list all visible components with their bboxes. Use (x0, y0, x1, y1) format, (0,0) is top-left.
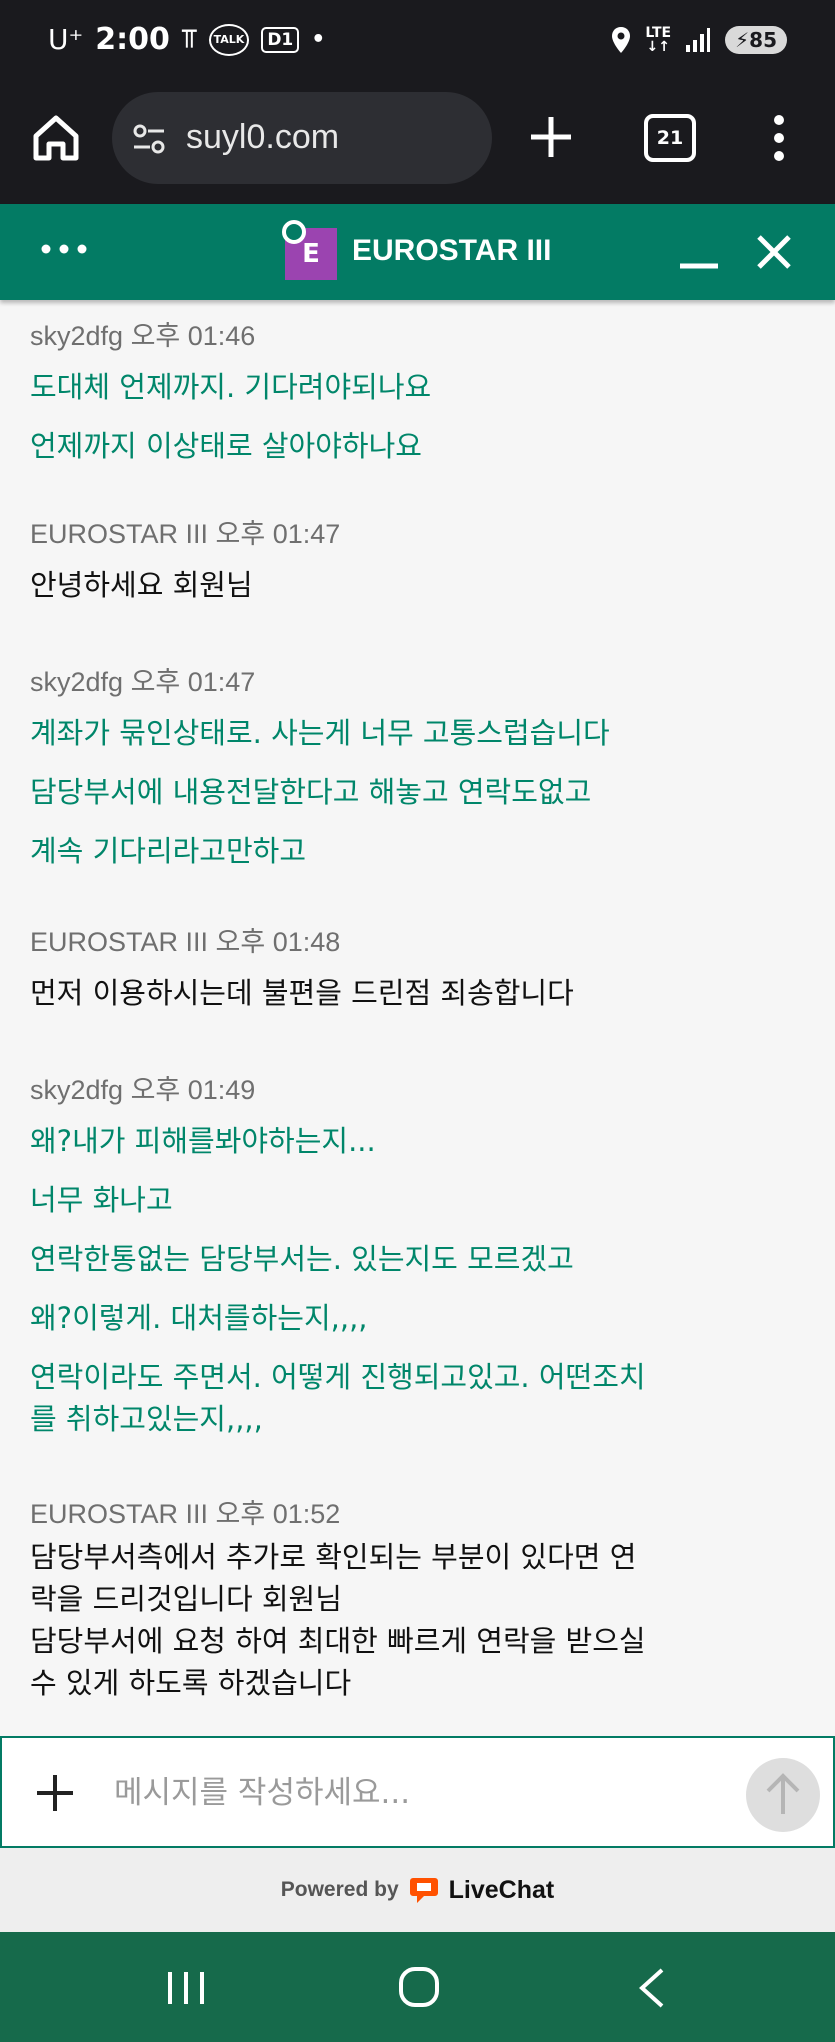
lte-icon: LTE ↓↑ (645, 25, 672, 55)
url-bar[interactable]: suyl0.com (112, 92, 492, 184)
browser-toolbar: suyl0.com 21 (0, 88, 835, 204)
message-line: 도대체 언제까지. 기다려야되나요 (30, 370, 432, 404)
message-meta: sky2dfg 오후 01:49 (30, 1072, 710, 1108)
message-meta: EUROSTAR III 오후 01:52 (30, 1496, 710, 1532)
message-group: sky2dfg 오후 01:49 왜?내가 피해를봐야하는지... 너무 화나고… (30, 1072, 710, 1440)
message-composer (0, 1736, 835, 1848)
sender-name: EUROSTAR III (30, 1499, 209, 1529)
back-icon[interactable] (636, 1966, 666, 2010)
message-line: 먼저 이용하시는데 불편을 드린점 죄송합니다 (30, 976, 574, 1010)
minimize-icon[interactable] (676, 232, 722, 272)
status-right: LTE ↓↑ ⚡85 (611, 26, 787, 54)
more-vert-icon[interactable] (766, 112, 792, 164)
chat-header: E EUROSTAR III (0, 204, 835, 300)
livechat-logo-icon (409, 1878, 438, 1903)
arrow-up-icon (766, 1773, 800, 1814)
close-icon[interactable] (754, 232, 794, 272)
url-text: suyl0.com (186, 118, 340, 156)
send-button[interactable] (746, 1758, 820, 1832)
sender-name: sky2dfg (30, 1075, 124, 1105)
message-line: 담당부서에 요청 하여 최대한 빠르게 연락을 받으실 (30, 1624, 646, 1658)
status-bar: U⁺ 2:00 ⫪ TALK D1 • LTE ↓↑ ⚡85 (0, 0, 835, 88)
message-line: 연락이라도 주면서. 어떻게 진행되고있고. 어떤조치 (30, 1360, 646, 1394)
message-line: 왜?내가 피해를봐야하는지... (30, 1124, 376, 1158)
online-status-ring (282, 220, 306, 244)
message-group: EUROSTAR III 오후 01:47 안녕하세요 회원님 (30, 516, 710, 606)
message-meta: EUROSTAR III 오후 01:47 (30, 516, 710, 552)
add-attachment-icon[interactable] (34, 1772, 76, 1814)
site-settings-icon[interactable] (132, 122, 166, 156)
message-line: 계좌가 묶인상태로. 사는게 너무 고통스럽습니다 (30, 716, 610, 750)
system-nav-bar (0, 1932, 835, 2042)
t-notification-icon: ⫪ (181, 24, 197, 54)
company-logo: E (282, 220, 340, 282)
new-tab-icon[interactable] (528, 114, 574, 160)
nav-home-icon[interactable] (398, 1966, 440, 2008)
sender-name: EUROSTAR III (30, 519, 209, 549)
message-line: 왜?이렇게. 대처를하는지,,,, (30, 1301, 368, 1335)
message-time: 오후 01:47 (215, 519, 341, 549)
location-icon (612, 27, 631, 53)
powered-by-footer[interactable]: Powered by LiveChat (0, 1848, 835, 1932)
message-line: 언제까지 이상태로 살아야하나요 (30, 429, 422, 463)
message-time: 오후 01:52 (215, 1499, 341, 1529)
message-time: 오후 01:48 (215, 927, 341, 957)
message-meta: sky2dfg 오후 01:47 (30, 664, 710, 700)
status-left: U⁺ 2:00 ⫪ TALK D1 • (48, 22, 325, 57)
d1-notification-icon: D1 (261, 26, 300, 53)
clock: 2:00 (95, 22, 170, 57)
battery-indicator: ⚡85 (725, 26, 787, 54)
message-group: EUROSTAR III 오후 01:52 담당부서측에서 추가로 확인되는 부… (30, 1496, 710, 1704)
signal-icon (686, 28, 711, 52)
more-horiz-icon[interactable] (40, 234, 90, 264)
message-line: 연락한통없는 담당부서는. 있는지도 모르겠고 (30, 1242, 574, 1276)
more-notifications-dot: • (311, 27, 326, 52)
sender-name: sky2dfg (30, 667, 124, 697)
chat-title: EUROSTAR III (352, 234, 552, 267)
message-line: 너무 화나고 (30, 1183, 173, 1217)
message-line: 안녕하세요 회원님 (30, 568, 253, 602)
message-line: 수 있게 하도록 하겠습니다 (30, 1666, 352, 1700)
message-time: 오후 01:46 (130, 321, 256, 351)
message-line: 락을 드리것입니다 회원님 (30, 1582, 342, 1616)
tab-switcher-button[interactable]: 21 (644, 114, 696, 162)
message-line: 담당부서에 내용전달한다고 해놓고 연락도없고 (30, 775, 592, 809)
powered-by-label: Powered by (280, 1878, 399, 1901)
message-line: 를 취하고있는지,,,, (30, 1402, 263, 1436)
message-meta: EUROSTAR III 오후 01:48 (30, 924, 710, 960)
message-time: 오후 01:47 (130, 667, 256, 697)
message-group: sky2dfg 오후 01:47 계좌가 묶인상태로. 사는게 너무 고통스럽습… (30, 664, 710, 872)
message-input[interactable] (112, 1764, 716, 1822)
message-list[interactable]: sky2dfg 오후 01:46 도대체 언제까지. 기다려야되나요 언제까지 … (0, 300, 835, 1736)
message-line: 담당부서측에서 추가로 확인되는 부분이 있다면 연 (30, 1540, 637, 1574)
message-meta: sky2dfg 오후 01:46 (30, 318, 710, 354)
message-line: 계속 기다리라고만하고 (30, 834, 307, 868)
home-icon[interactable] (30, 112, 82, 164)
carrier-label: U⁺ (48, 23, 84, 56)
sender-name: sky2dfg (30, 321, 124, 351)
recents-icon[interactable] (164, 1968, 208, 2008)
sender-name: EUROSTAR III (30, 927, 209, 957)
message-group: sky2dfg 오후 01:46 도대체 언제까지. 기다려야되나요 언제까지 … (30, 318, 710, 467)
livechat-brand: LiveChat (448, 1875, 555, 1904)
message-group: EUROSTAR III 오후 01:48 먼저 이용하시는데 불편을 드린점 … (30, 924, 710, 1014)
message-time: 오후 01:49 (130, 1075, 256, 1105)
kakaotalk-icon: TALK (208, 23, 250, 56)
